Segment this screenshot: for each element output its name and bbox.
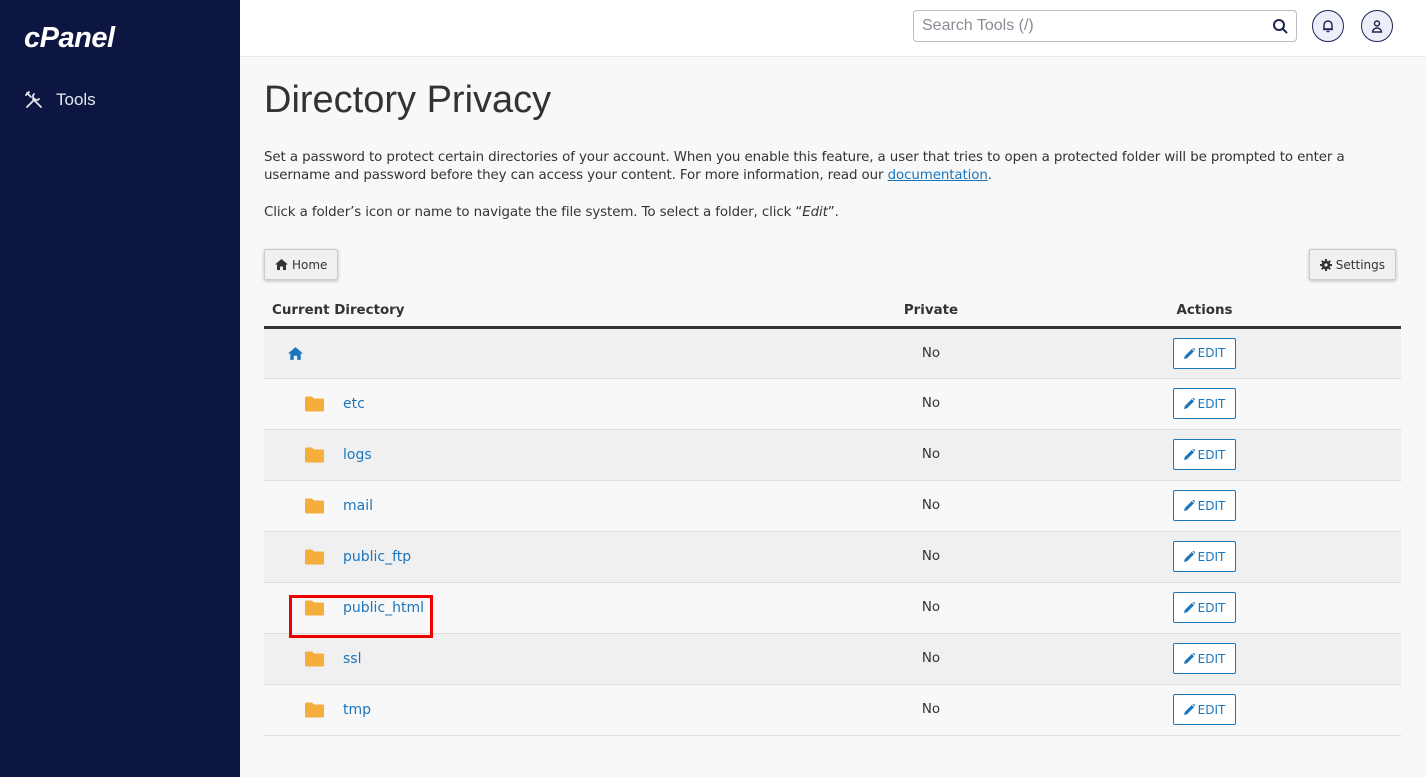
column-header-private: Private [854, 295, 1008, 329]
search-icon[interactable] [1272, 18, 1288, 34]
table-row: logs No EDIT [264, 429, 1401, 481]
pencil-icon [1183, 398, 1195, 409]
directory-cell: ssl [264, 633, 854, 685]
private-status: No [854, 429, 1008, 481]
private-status: No [854, 582, 1008, 634]
folder-icon[interactable] [304, 651, 325, 667]
pencil-icon [1183, 704, 1195, 715]
settings-button[interactable]: Settings [1308, 249, 1396, 280]
user-icon [1371, 20, 1383, 33]
directory-link[interactable]: public_ftp [343, 549, 411, 565]
notifications-button[interactable] [1312, 10, 1344, 42]
folder-icon[interactable] [304, 396, 325, 412]
top-bar [240, 0, 1426, 57]
user-menu-button[interactable] [1361, 10, 1393, 42]
directory-entry: logs [264, 447, 854, 463]
documentation-link[interactable]: documentation [888, 168, 988, 183]
toolbar: Home Settings [264, 249, 1401, 281]
edit-button[interactable]: EDIT [1172, 337, 1237, 369]
actions-cell: EDIT [1008, 327, 1401, 379]
folder-icon[interactable] [304, 600, 325, 616]
edit-button[interactable]: EDIT [1172, 592, 1237, 623]
pencil-icon [1183, 500, 1195, 511]
directory-cell [264, 327, 854, 379]
private-status: No [854, 684, 1008, 736]
table-row: mail No EDIT [264, 480, 1401, 532]
page-instructions: Click a folder’s icon or name to navigat… [264, 205, 839, 220]
folder-icon[interactable] [304, 549, 325, 565]
directory-link[interactable]: etc [343, 396, 365, 412]
directory-cell: logs [264, 429, 854, 481]
actions-cell: EDIT [1008, 429, 1401, 481]
gear-icon [1319, 258, 1332, 271]
search-box[interactable] [913, 10, 1297, 42]
pencil-icon [1183, 347, 1195, 359]
table-row: public_ftp No EDIT [264, 531, 1401, 583]
pencil-icon [1183, 449, 1195, 460]
table-row: No EDIT [264, 327, 1401, 379]
page-description: Set a password to protect certain direct… [264, 150, 1345, 183]
directory-entry: ssl [264, 651, 854, 667]
private-status: No [854, 378, 1008, 430]
directory-cell: etc [264, 378, 854, 430]
home-button[interactable]: Home [264, 249, 339, 280]
actions-cell: EDIT [1008, 531, 1401, 583]
private-status: No [854, 633, 1008, 685]
edit-button[interactable]: EDIT [1172, 694, 1237, 725]
main-content: Directory Privacy Set a password to prot… [264, 57, 1401, 736]
sidebar-item-label: Tools [56, 90, 96, 109]
edit-button[interactable]: EDIT [1172, 439, 1237, 470]
directory-cell: tmp [264, 684, 854, 736]
pencil-icon [1183, 653, 1195, 664]
private-status: No [854, 531, 1008, 583]
directory-entry: public_ftp [264, 549, 854, 565]
actions-cell: EDIT [1008, 684, 1401, 736]
directory-home[interactable] [264, 346, 854, 360]
directory-entry: etc [264, 396, 854, 412]
folder-icon[interactable] [304, 447, 325, 463]
actions-cell: EDIT [1008, 378, 1401, 430]
actions-cell: EDIT [1008, 480, 1401, 532]
home-icon [275, 259, 288, 270]
edit-button[interactable]: EDIT [1172, 490, 1237, 521]
folder-icon[interactable] [304, 702, 325, 718]
directory-entry: mail [264, 498, 854, 514]
cpanel-logo[interactable]: cPanel [24, 22, 115, 55]
table-row: public_html No EDIT [264, 582, 1401, 634]
directory-entry: public_html [264, 600, 854, 616]
directory-link[interactable]: mail [343, 498, 373, 514]
bell-icon [1323, 20, 1333, 33]
directory-cell: public_ftp [264, 531, 854, 583]
table-row: tmp No EDIT [264, 684, 1401, 736]
folder-icon[interactable] [304, 498, 325, 514]
edit-button[interactable]: EDIT [1172, 541, 1237, 572]
page-title: Directory Privacy [264, 79, 552, 121]
actions-cell: EDIT [1008, 633, 1401, 685]
directory-link[interactable]: ssl [343, 651, 361, 667]
table-row: ssl No EDIT [264, 633, 1401, 685]
directory-link[interactable]: public_html [343, 600, 424, 616]
private-status: No [854, 480, 1008, 532]
actions-cell: EDIT [1008, 582, 1401, 634]
directory-entry: tmp [264, 702, 854, 718]
column-header-actions: Actions [1008, 295, 1401, 329]
sidebar: cPanel Tools [0, 0, 240, 777]
directory-table: Current Directory Private Actions No EDIT… [264, 295, 1401, 736]
pencil-icon [1183, 551, 1195, 562]
sidebar-item-tools[interactable]: Tools [24, 90, 96, 110]
tools-icon [25, 91, 42, 108]
directory-link[interactable]: logs [343, 447, 372, 463]
directory-link[interactable]: tmp [343, 702, 371, 718]
directory-cell: mail [264, 480, 854, 532]
edit-button[interactable]: EDIT [1172, 643, 1237, 674]
directory-cell: public_html [264, 582, 854, 634]
pencil-icon [1183, 602, 1195, 613]
home-directory-icon[interactable] [288, 346, 303, 360]
column-header-directory: Current Directory [264, 295, 854, 329]
private-status: No [854, 327, 1008, 379]
search-input[interactable] [922, 17, 1272, 35]
edit-button[interactable]: EDIT [1172, 388, 1237, 419]
table-row: etc No EDIT [264, 378, 1401, 430]
